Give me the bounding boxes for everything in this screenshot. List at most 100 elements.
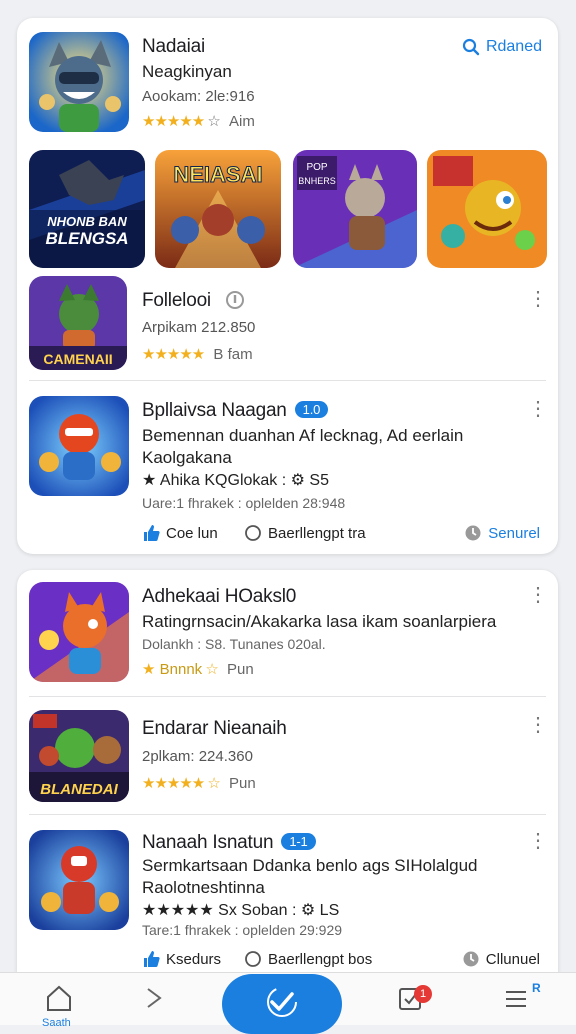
app-title-3[interactable]: Adhekaai HOaksl0 — [142, 586, 296, 608]
notification-badge: 1 — [414, 985, 432, 1003]
banner-tile-2[interactable]: NEIASAI — [155, 150, 281, 268]
info-icon[interactable] — [225, 290, 245, 310]
more-options-icon[interactable]: ⋮ — [528, 584, 548, 606]
nav-menu[interactable]: R — [502, 981, 541, 1013]
thumbs-up-icon — [144, 951, 160, 967]
more-options-icon[interactable]: ⋮ — [528, 288, 548, 310]
featured-app-meta: Aookam: 2le:916 — [142, 88, 255, 105]
version-badge: 1-1 — [281, 833, 316, 850]
app-desc-2-line2: Kaolgakana — [142, 448, 232, 467]
thumbs-up-icon — [144, 525, 160, 541]
star-outline-icon: ☆ — [207, 775, 220, 792]
list-menu-icon — [506, 991, 526, 1007]
app-icon-5[interactable] — [29, 830, 129, 930]
rating-label: B fam — [213, 346, 253, 363]
app-title-5-text: Nanaah Isnatun — [142, 832, 274, 853]
star-rating: ★★★★★ — [142, 346, 205, 363]
star-rating: ★ — [142, 661, 155, 678]
like-button[interactable]: Coe lun — [142, 524, 218, 542]
edit-check-icon — [267, 987, 297, 1017]
search-icon — [462, 38, 480, 56]
rating-label: Pun — [229, 775, 256, 792]
star-outline-icon: ☆ — [207, 113, 220, 130]
svg-text:POP: POP — [306, 162, 327, 173]
app-icon-4[interactable]: BLANEDAI — [29, 710, 129, 802]
app-title-1[interactable]: Follelooi — [142, 290, 211, 312]
primary-action-button[interactable] — [222, 974, 342, 1034]
app-rating-4: ★★★★★ ☆ Pun — [142, 774, 256, 792]
nav-forward[interactable] — [140, 983, 170, 1013]
divider — [29, 814, 546, 815]
goblin-hero-icon: BLANEDAI — [29, 710, 129, 802]
red-hero-icon — [29, 396, 129, 496]
compare-label: Baerllengpt tra — [268, 524, 366, 542]
app-title-4[interactable]: Endarar Nieanaih — [142, 718, 287, 740]
divider — [29, 380, 546, 381]
home-icon — [47, 985, 71, 1011]
compare-button[interactable]: Baerllengpt bos — [244, 950, 372, 968]
app-meta-3: Dolankh : S8. Tunanes 020al. — [142, 636, 326, 652]
featured-app-rating: ★★★★★ ☆ Aim — [142, 112, 255, 130]
svg-text:BNHERS: BNHERS — [298, 176, 336, 186]
like-label: Ksedurs — [166, 950, 222, 968]
app-meta-5: Tare:1 fhrakek : oplelden 29:929 — [142, 922, 343, 938]
game-character-icon: CAMENAII — [29, 276, 127, 370]
search-link[interactable]: Rdaned — [462, 38, 542, 56]
svg-text:NHONB BAN: NHONB BAN — [47, 214, 127, 229]
app-icon-2[interactable] — [29, 396, 129, 496]
like-button[interactable]: Ksedurs — [142, 950, 221, 968]
schedule-button[interactable]: Senurel — [464, 524, 540, 542]
featured-app-title[interactable]: Nadaiai — [142, 36, 205, 58]
app-meta-4: 2plkam: 224.360 — [142, 748, 253, 765]
dino-banner-icon — [427, 150, 547, 268]
more-options-icon[interactable]: ⋮ — [528, 830, 548, 852]
star-outline-icon: ☆ — [205, 661, 218, 678]
featured-app-subtitle: Neagkinyan — [142, 62, 232, 81]
app-desc-5-line2: Raolotneshtinna — [142, 878, 265, 897]
banner-tile-4[interactable] — [427, 150, 547, 268]
chevron-right-icon — [147, 988, 162, 1008]
app-title-2[interactable]: Bpllaivsa Naagan 1.0 — [142, 400, 329, 422]
more-options-icon[interactable]: ⋮ — [528, 714, 548, 736]
hero-character-icon — [29, 32, 129, 132]
compare-button[interactable]: Baerllengpt tra — [244, 524, 366, 542]
menu-badge: R — [532, 981, 541, 995]
search-link-label: Rdaned — [485, 38, 542, 55]
app-icon-1[interactable]: CAMENAII — [29, 276, 127, 370]
app-meta-1: Arpikam 212.850 — [142, 319, 256, 336]
app-desc-2-line1: Bemennan duanhan Af lecknag, Ad eerlain — [142, 426, 464, 445]
app-meta-2: Uare:1 fhrakek : oplelden 28:948 — [142, 495, 346, 511]
featured-app-icon[interactable] — [29, 32, 129, 132]
rating-label: Bnnnk — [159, 661, 203, 678]
app-desc-5-line1: Sermkartsaan Ddanka benlo ags SIHolalgud — [142, 856, 478, 875]
app-title-5[interactable]: Nanaah Isnatun 1-1 — [142, 832, 316, 854]
star-rating: ★★★★★ — [142, 113, 205, 130]
app-tags-2: ★ Ahika KQGlokak : ⚙ S5 — [142, 472, 329, 489]
rating-label: Aim — [229, 113, 255, 130]
compare-label: Baerllengpt bos — [268, 950, 373, 968]
banner-tile-1[interactable]: NHONB BAN BLENGSA — [29, 150, 145, 268]
like-label: Coe lun — [166, 524, 218, 542]
version-badge: 1.0 — [294, 401, 329, 418]
star-rating: ★★★★★ — [142, 775, 205, 792]
app-rating-3: ★ Bnnnk ☆ Pun — [142, 660, 254, 678]
svg-text:BLENGSA: BLENGSA — [45, 229, 128, 248]
banner-tile-3[interactable]: POP BNHERS — [293, 150, 417, 268]
app-icon-3[interactable] — [29, 582, 129, 682]
svg-text:NEIASAI: NEIASAI — [173, 162, 262, 187]
clock-icon — [463, 951, 479, 967]
app-list-card-bottom: Adhekaai HOaksl0 ⋮ Ratingrnsacin/Akakark… — [17, 570, 558, 990]
dragon-banner-icon: NHONB BAN BLENGSA — [29, 150, 145, 268]
more-options-icon[interactable]: ⋮ — [528, 398, 548, 420]
robot-hero-icon — [29, 830, 129, 930]
app-list-card-top: Nadaiai Neagkinyan Aookam: 2le:916 ★★★★★… — [17, 18, 558, 554]
nav-home-label: Saath — [42, 1017, 71, 1029]
app-tags-5: ★★★★★ Sx Soban : ⚙ LS — [142, 902, 340, 919]
clock-icon — [465, 525, 481, 541]
schedule-button[interactable]: Cllunuel — [462, 950, 540, 968]
cat-warrior-banner-icon: POP BNHERS — [293, 150, 417, 268]
fox-hero-icon — [29, 582, 129, 682]
nav-tasks[interactable]: 1 — [396, 983, 432, 1013]
nav-home[interactable] — [44, 983, 74, 1013]
circle-icon — [245, 525, 261, 541]
